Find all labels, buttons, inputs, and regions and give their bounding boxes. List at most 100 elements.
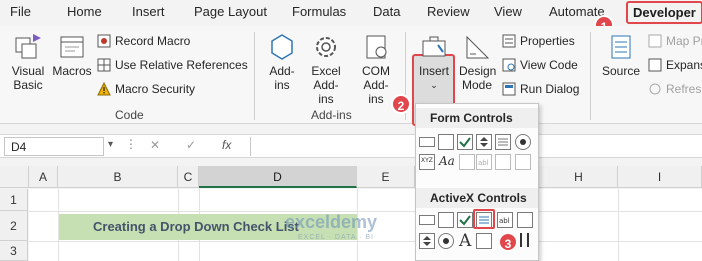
insert-controls-button[interactable]: Insert ⌄: [414, 32, 454, 92]
svg-text:A: A: [458, 231, 472, 249]
properties-icon: [502, 34, 516, 48]
tab-developer[interactable]: Developer: [626, 1, 702, 24]
combo-box-icon[interactable]: [438, 134, 454, 150]
activex-scroll-bar-icon[interactable]: [517, 212, 533, 228]
chevron-down-icon: ⌄: [430, 80, 438, 90]
tab-home[interactable]: Home: [67, 4, 102, 19]
checkbox-icon[interactable]: [457, 134, 473, 150]
map-properties-button[interactable]: Map Pr: [648, 34, 702, 48]
tab-formulas[interactable]: Formulas: [292, 4, 346, 19]
excel-addins-button[interactable]: Excel Add-ins: [303, 32, 349, 106]
spin-button-icon[interactable]: [476, 134, 492, 150]
row-header[interactable]: 1: [0, 189, 28, 211]
column-header[interactable]: I: [618, 166, 702, 188]
refresh-icon: [649, 83, 661, 95]
expansion-packs-label: Expans: [666, 58, 702, 72]
svg-text:abl: abl: [499, 217, 510, 225]
macro-security-button[interactable]: Macro Security: [97, 82, 195, 96]
relative-references-icon: [97, 58, 111, 72]
more-options-icon[interactable]: ⋮: [125, 137, 137, 151]
macros-icon: [60, 36, 84, 58]
warning-icon: [97, 82, 111, 96]
select-all-corner[interactable]: [0, 166, 29, 188]
activex-option-button-icon[interactable]: [438, 233, 454, 249]
expansion-packs-button[interactable]: Expans: [648, 58, 702, 72]
addins-group-label: Add-ins: [311, 108, 352, 122]
record-macro-label: Record Macro: [115, 34, 191, 48]
view-code-label: View Code: [520, 58, 578, 72]
name-box-dropdown-icon[interactable]: ▾: [108, 139, 113, 150]
tab-review[interactable]: Review: [427, 4, 470, 19]
scroll-bar-disabled-icon: [459, 154, 475, 170]
tab-data[interactable]: Data: [373, 4, 400, 19]
run-dialog-label: Run Dialog: [520, 82, 580, 96]
macros-label: Macros: [52, 64, 92, 78]
visual-basic-icon: [15, 34, 41, 59]
option-button-icon[interactable]: [515, 134, 531, 150]
run-dialog-button[interactable]: Run Dialog: [502, 82, 579, 96]
column-header[interactable]: C: [178, 166, 199, 188]
svg-text:XYZ: XYZ: [421, 157, 433, 164]
activex-controls-heading: ActiveX Controls: [416, 188, 538, 208]
formula-input[interactable]: [250, 137, 410, 156]
macro-security-label: Macro Security: [115, 82, 196, 96]
group-divider: [254, 32, 255, 120]
activex-image-icon[interactable]: [476, 233, 492, 249]
run-dialog-icon: [502, 82, 516, 96]
properties-label: Properties: [520, 34, 575, 48]
record-macro-button[interactable]: Record Macro: [97, 34, 190, 48]
insert-label: Insert: [418, 64, 449, 78]
column-headers: A B C D E H I: [0, 166, 702, 188]
tab-page-layout[interactable]: Page Layout: [194, 4, 267, 19]
gear-icon: [316, 37, 336, 57]
row-header[interactable]: 3: [0, 241, 28, 261]
view-code-icon: [502, 58, 516, 72]
button-control-icon[interactable]: [419, 137, 435, 147]
macros-button[interactable]: Macros: [52, 32, 92, 78]
insert-function-icon[interactable]: fx: [222, 138, 231, 152]
expansion-packs-icon: [648, 58, 662, 72]
tab-view[interactable]: View: [494, 4, 522, 19]
activex-text-box-icon[interactable]: abl: [497, 212, 513, 228]
row-header[interactable]: 2: [0, 211, 28, 241]
activex-checkbox-icon[interactable]: [457, 212, 473, 228]
activex-combo-box-icon[interactable]: [438, 212, 454, 228]
activex-spin-button-icon[interactable]: [419, 233, 435, 249]
watermark-logo: exceldemy: [285, 212, 378, 232]
view-code-button[interactable]: View Code: [502, 58, 578, 72]
record-macro-icon: [97, 34, 111, 48]
com-addins-button[interactable]: COM Add-ins: [354, 32, 398, 106]
step-badge-3: 3: [498, 232, 518, 252]
name-box[interactable]: D4: [4, 137, 104, 156]
properties-button[interactable]: Properties: [502, 34, 575, 48]
excel-addins-label: Excel Add-ins: [311, 64, 341, 106]
column-header[interactable]: E: [357, 166, 415, 188]
addins-button[interactable]: Add-ins: [264, 32, 300, 92]
more-controls-icon[interactable]: [517, 231, 533, 252]
use-relative-references-button[interactable]: Use Relative References: [97, 58, 248, 72]
step-badge-2: 2: [391, 94, 411, 114]
tab-insert[interactable]: Insert: [132, 4, 165, 19]
ribbon: Visual Basic Macros Record Macro Use Rel…: [0, 26, 702, 126]
visual-basic-label: Visual Basic: [11, 64, 45, 92]
source-button[interactable]: Source: [600, 32, 642, 78]
activex-button-icon[interactable]: [419, 215, 435, 225]
com-addins-icon: [366, 35, 387, 59]
visual-basic-button[interactable]: Visual Basic: [6, 32, 50, 92]
tab-file[interactable]: File: [10, 4, 31, 19]
list-box-highlight: [473, 209, 495, 229]
list-box-icon[interactable]: [495, 134, 511, 150]
column-header[interactable]: D: [199, 166, 357, 188]
enter-icon[interactable]: ✓: [186, 138, 196, 152]
column-header[interactable]: H: [540, 166, 618, 188]
column-header[interactable]: A: [29, 166, 58, 188]
refresh-data-button[interactable]: Refresh: [648, 82, 702, 96]
group-box-icon[interactable]: XYZ: [419, 154, 435, 170]
column-header[interactable]: B: [58, 166, 178, 188]
design-mode-button[interactable]: Design Mode: [457, 32, 497, 92]
watermark-tagline: EXCEL · DATA · BI: [298, 234, 374, 241]
cancel-icon[interactable]: ✕: [150, 138, 160, 152]
label-control-icon[interactable]: Aa: [438, 153, 456, 172]
addins-label: Add-ins: [269, 64, 295, 92]
activex-label-icon[interactable]: A: [458, 229, 474, 252]
